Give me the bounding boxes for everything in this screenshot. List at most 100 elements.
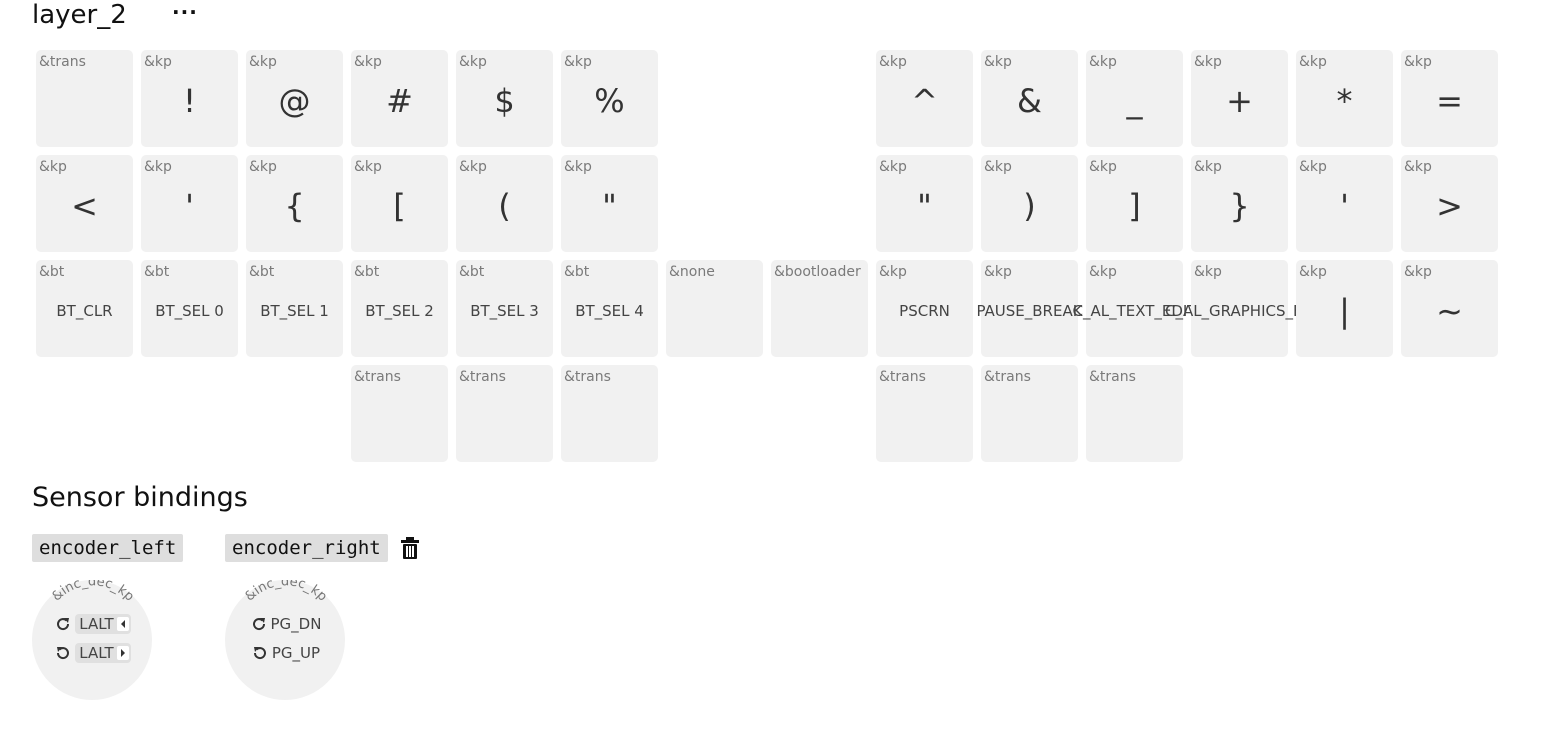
encoder-left-cw-row: LALT [32,614,152,634]
key-param: C_AL_GRAPHICS_ED [1164,302,1315,320]
key-behavior: &bt [39,264,65,280]
key-41[interactable]: &trans [876,365,973,462]
key-param: > [1436,187,1463,225]
encoder-right-cw-key: PG_DN [270,615,322,633]
key-42[interactable]: &trans [981,365,1078,462]
key-param: ' [185,187,194,225]
key-behavior: &trans [39,54,86,70]
key-18[interactable]: &kp " [876,155,973,252]
more-icon[interactable]: ··· [172,2,198,22]
encoder-left-ccw-key: LALT [79,644,114,662]
key-24[interactable]: &bt BT_CLR [36,260,133,357]
encoder-left-cw-key: LALT [79,615,114,633]
key-behavior: &kp [39,159,67,175]
key-2[interactable]: &kp @ [246,50,343,147]
key-behavior: &bt [564,264,590,280]
key-param: # [386,82,413,120]
key-38[interactable]: &trans [351,365,448,462]
key-behavior: &bt [249,264,275,280]
encoder-left-ccw-chip: LALT [75,643,131,663]
key-20[interactable]: &kp] [1086,155,1183,252]
key-4[interactable]: &kp $ [456,50,553,147]
key-behavior: &trans [459,369,506,385]
key-10[interactable]: &kp * [1296,50,1393,147]
key-37[interactable]: &kp ~ [1401,260,1498,357]
key-0[interactable]: &trans [36,50,133,147]
encoder-left-binding[interactable]: &inc_dec_kp LALT LALT [32,580,152,700]
key-11[interactable]: &kp = [1401,50,1498,147]
key-23[interactable]: &kp > [1401,155,1498,252]
key-7[interactable]: &kp & [981,50,1078,147]
key-param [666,294,763,328]
key-behavior: &kp [1089,159,1117,175]
key-param [561,399,658,433]
key-15[interactable]: &kp [ [351,155,448,252]
encoder-left-behavior: &inc_dec_kp [49,580,137,604]
key-behavior: &kp [564,54,592,70]
key-30[interactable]: &none [666,260,763,357]
key-behavior: &kp [1194,264,1222,280]
key-32[interactable]: &kp PSCRN [876,260,973,357]
key-9[interactable]: &kp + [1191,50,1288,147]
key-behavior: &kp [1194,54,1222,70]
key-behavior: &kp [1404,54,1432,70]
key-behavior: &kp [1404,159,1432,175]
key-36[interactable]: &kp | [1296,260,1393,357]
key-40[interactable]: &trans [561,365,658,462]
key-39[interactable]: &trans [456,365,553,462]
key-17[interactable]: &kp " [561,155,658,252]
key-25[interactable]: &bt BT_SEL 0 [141,260,238,357]
key-16[interactable]: &kp ( [456,155,553,252]
key-27[interactable]: &bt BT_SEL 2 [351,260,448,357]
key-31[interactable]: &bootloader [771,260,868,357]
key-param [771,294,868,328]
encoder-right-behavior-arc: &inc_dec_kp [242,580,330,604]
encoder-right-tag[interactable]: encoder_right [225,534,388,562]
key-35[interactable]: &kp C_AL_GRAPHICS_ED [1164,260,1315,357]
key-param: " [917,187,932,225]
key-param: ~ [1436,292,1463,330]
key-1[interactable]: &kp! [141,50,238,147]
key-behavior: &kp [984,264,1012,280]
key-param: PSCRN [899,302,950,320]
key-param: ^ [911,82,938,120]
key-behavior: &trans [564,369,611,385]
key-param: ) [1023,187,1036,225]
key-14[interactable]: &kp { [246,155,343,252]
encoder-right-cw-row: PG_DN [225,614,345,634]
trash-icon[interactable] [400,536,420,560]
rotate-ccw-icon [253,647,266,660]
key-8[interactable]: &kp _ [1086,50,1183,147]
sensor-bindings-title: Sensor bindings [32,482,248,513]
key-param: _ [1126,82,1143,120]
key-43[interactable]: &trans [1086,365,1183,462]
encoder-right-binding[interactable]: &inc_dec_kp PG_DN PG_UP [225,580,345,700]
key-param [1086,399,1183,433]
key-28[interactable]: &bt BT_SEL 3 [456,260,553,357]
key-33[interactable]: &kp PAUSE_BREAK [976,260,1083,357]
key-behavior: &kp [879,264,907,280]
key-22[interactable]: &kp ' [1296,155,1393,252]
key-13[interactable]: &kp ' [141,155,238,252]
key-5[interactable]: &kp% [561,50,658,147]
key-param: BT_SEL 4 [575,302,644,320]
encoder-left-tag[interactable]: encoder_left [32,534,184,562]
key-param [36,84,133,118]
key-6[interactable]: &kp ^ [876,50,973,147]
key-param: BT_CLR [56,302,113,320]
key-behavior: &kp [1299,54,1327,70]
key-param [351,399,448,433]
key-behavior: &kp [984,54,1012,70]
key-behavior: &kp [1089,264,1117,280]
key-26[interactable]: &bt BT_SEL 1 [246,260,343,357]
key-param [876,399,973,433]
layer-name[interactable]: layer_2 [32,0,127,30]
key-3[interactable]: &kp # [351,50,448,147]
key-19[interactable]: &kp) [981,155,1078,252]
key-29[interactable]: &bt BT_SEL 4 [561,260,658,357]
key-21[interactable]: &kp} [1191,155,1288,252]
svg-text:&inc_dec_kp: &inc_dec_kp [242,580,330,604]
key-param: ' [1340,187,1349,225]
key-12[interactable]: &kp < [36,155,133,252]
key-param: = [1436,82,1463,120]
